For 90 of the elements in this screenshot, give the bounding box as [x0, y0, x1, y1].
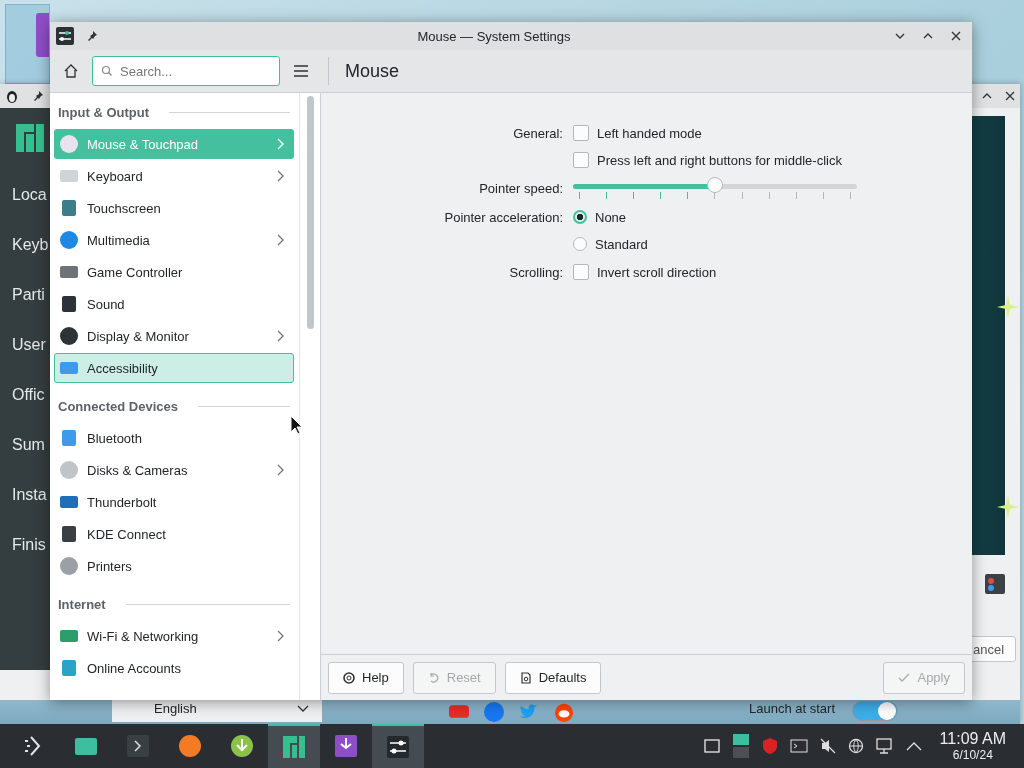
document-icon	[519, 671, 532, 684]
sparkle-icon	[997, 496, 1019, 518]
radio-option[interactable]: Standard	[573, 234, 648, 254]
shield-icon[interactable]	[761, 737, 778, 755]
sidebar-item[interactable]: Touchscreen	[54, 193, 295, 223]
sidebar-item[interactable]: Thunderbolt	[54, 487, 295, 517]
network-icon[interactable]	[875, 738, 894, 754]
section-header: Connected Devices	[58, 398, 178, 414]
option-label: Left handed mode	[597, 125, 702, 141]
sparkle-icon	[997, 296, 1019, 318]
cancel-button[interactable]: ancel	[970, 636, 1016, 662]
terminal-icon[interactable]	[789, 739, 808, 753]
form-label: Pointer speed:	[478, 180, 563, 198]
launch-label: Launch at start	[749, 701, 835, 716]
radio-button[interactable]	[573, 210, 587, 224]
slider-handle[interactable]	[707, 177, 723, 193]
sidebar-item[interactable]: Bluetooth	[54, 423, 295, 453]
checkmark-icon	[898, 671, 911, 684]
sidebar-item[interactable]: Printers	[54, 551, 295, 581]
social-icon[interactable]	[554, 702, 574, 722]
sidebar-item[interactable]: KDE Connect	[54, 519, 295, 549]
checkbox[interactable]	[573, 152, 589, 168]
sidebar-item[interactable]: Sound	[54, 289, 295, 319]
close-icon[interactable]	[950, 30, 962, 42]
browser-icon	[177, 733, 203, 759]
sidebar-item[interactable]: Multimedia	[54, 225, 295, 255]
terminal-icon	[125, 733, 151, 759]
installer-step: Sum	[12, 434, 45, 456]
checkbox[interactable]	[573, 125, 589, 141]
defaults-button[interactable]: Defaults	[504, 661, 602, 694]
page-title: Mouse	[345, 60, 400, 82]
option-label: None	[595, 209, 627, 225]
home-icon	[63, 63, 79, 79]
radio-option[interactable]: None	[573, 207, 627, 227]
language-dropdown[interactable]: English	[112, 700, 322, 722]
sidebar-item[interactable]: Keyboard	[54, 161, 295, 191]
chevron-up-icon[interactable]	[905, 741, 922, 751]
form-label: Scrolling:	[508, 264, 563, 282]
taskbar-app-button[interactable]	[268, 724, 320, 768]
sidebar-item[interactable]: Accessibility	[54, 353, 295, 383]
installer-step: User	[12, 334, 46, 356]
checkbox-option[interactable]: Left handed mode	[573, 123, 702, 143]
section-header: Input & Output	[58, 104, 149, 120]
installer-step: Offic	[12, 384, 45, 406]
caret-icon	[297, 705, 309, 713]
taskbar-settings-button[interactable]	[372, 724, 424, 768]
logo-icon	[16, 124, 44, 152]
section-header: Internet	[58, 596, 106, 612]
undo-icon	[427, 671, 440, 684]
clock-time[interactable]: 11:09 AM	[939, 730, 1006, 748]
speed-slider[interactable]	[573, 178, 857, 199]
app-grid-icon	[985, 574, 1005, 594]
form-label: Pointer acceleration:	[443, 209, 563, 227]
close-icon[interactable]	[1004, 90, 1016, 102]
installer-step: Loca	[12, 184, 47, 206]
menu-icon	[293, 64, 309, 78]
checkbox-option[interactable]: Press left and right buttons for middle-click	[573, 150, 842, 170]
search-field[interactable]: Search...	[92, 56, 280, 86]
installer-step: Parti	[12, 284, 45, 306]
window-title: Mouse — System Settings	[416, 28, 572, 44]
sidebar-item[interactable]: Wi-Fi & Networking	[54, 621, 295, 651]
window-icon[interactable]	[703, 738, 720, 754]
option-label: Standard	[595, 236, 648, 252]
form-label: General:	[512, 125, 563, 143]
settings-icon	[385, 734, 411, 760]
radio-button[interactable]	[573, 237, 587, 251]
launch-toggle[interactable]	[852, 701, 898, 721]
mouse-pointer-icon	[290, 415, 304, 435]
clock-date[interactable]: 6/10/24	[952, 748, 993, 762]
app-icon	[281, 734, 307, 760]
speaker-muted-icon[interactable]	[819, 738, 836, 754]
installer-step: Finis	[12, 534, 46, 556]
download-icon	[229, 733, 255, 759]
option-label: Invert scroll direction	[597, 264, 717, 280]
app-icon	[56, 27, 74, 45]
sidebar-item[interactable]: Online Accounts	[54, 653, 295, 683]
pager-icon[interactable]	[731, 733, 750, 759]
help-button[interactable]: Help	[328, 661, 404, 694]
checkbox[interactable]	[573, 264, 589, 280]
lifebuoy-icon	[343, 671, 355, 684]
sidebar-item[interactable]: Display & Monitor	[54, 321, 295, 351]
sidebar-item[interactable]: Disks & Cameras	[54, 455, 295, 485]
installer-step: Insta	[12, 484, 47, 506]
installer-icon	[333, 733, 359, 759]
sidebar-item[interactable]: Game Controller	[54, 257, 295, 287]
installer-step: Keyb	[12, 234, 49, 256]
checkbox-option[interactable]: Invert scroll direction	[573, 262, 717, 282]
pin-icon[interactable]	[86, 30, 98, 42]
option-label: Press left and right buttons for middle-click	[597, 152, 842, 168]
pin-icon[interactable]	[32, 90, 44, 102]
